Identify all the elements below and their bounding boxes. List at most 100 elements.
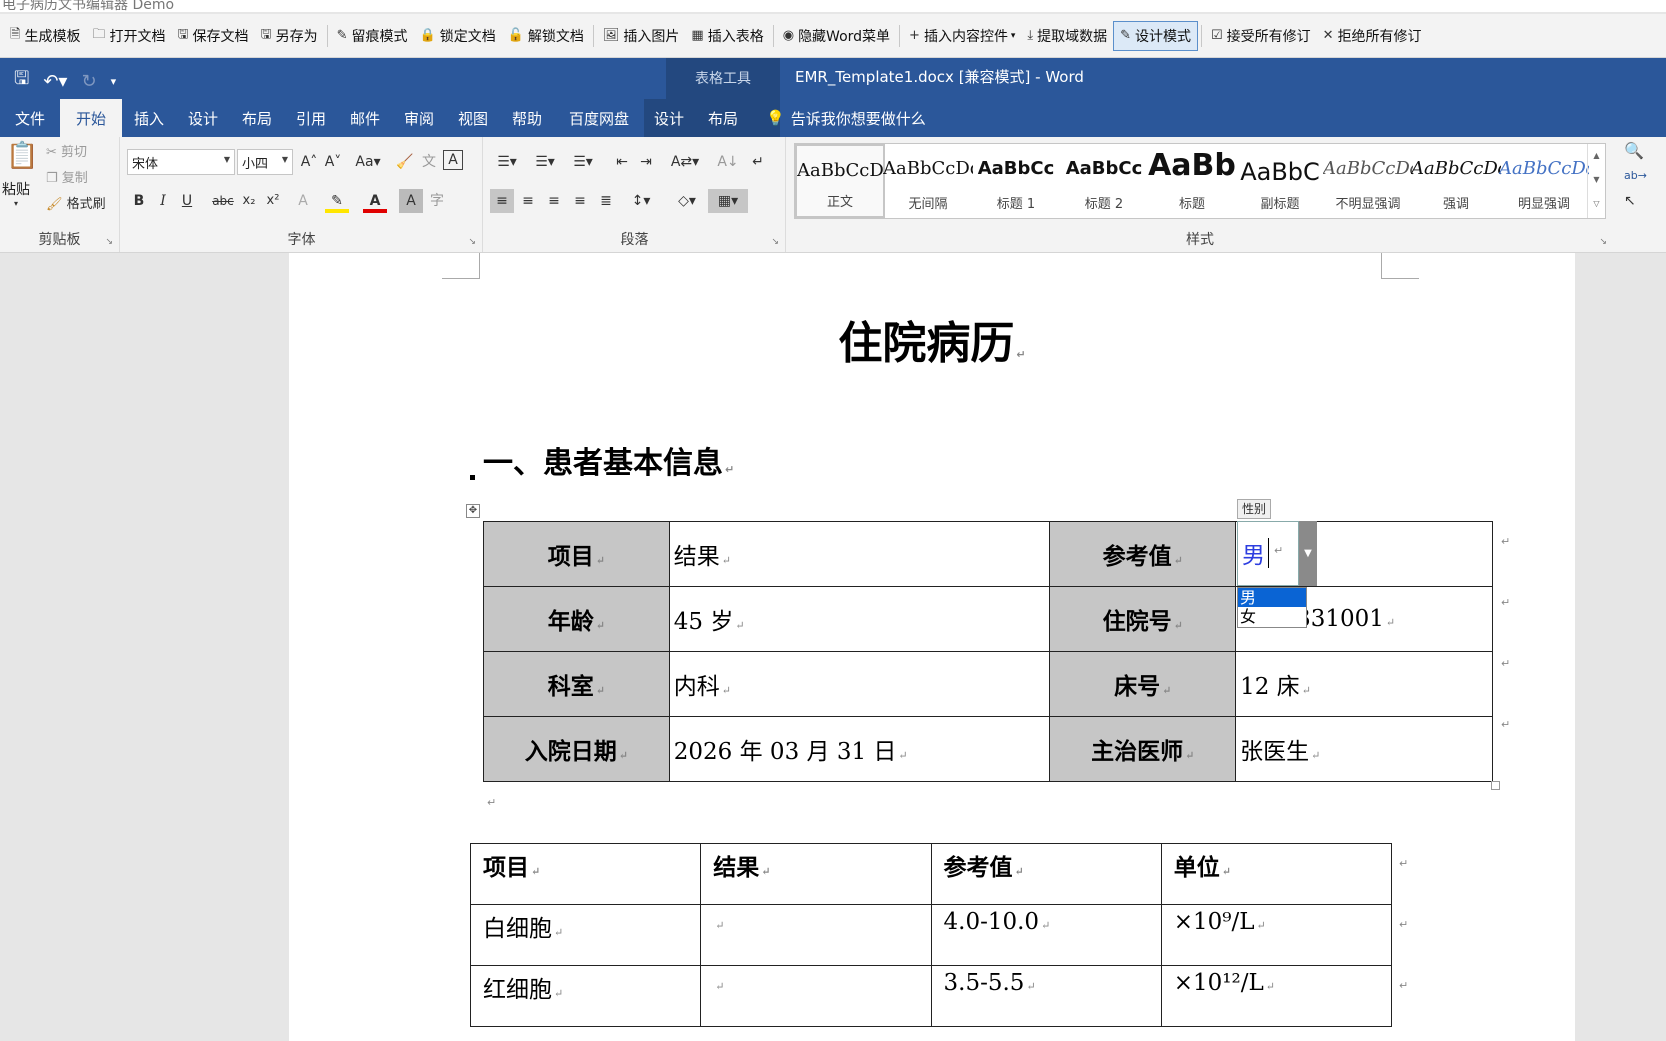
italic-icon[interactable]: I bbox=[151, 189, 175, 213]
font-color-icon[interactable]: A bbox=[363, 189, 387, 213]
tell-me-search[interactable]: 💡 告诉我你想要做什么 bbox=[766, 99, 926, 137]
toolbar-button-3[interactable]: 🖫 另存为 bbox=[255, 21, 324, 51]
style-item-6[interactable]: AaBbCcDd 不明显强调 bbox=[1323, 144, 1413, 218]
decrease-indent-icon[interactable]: ⇤ bbox=[610, 150, 634, 174]
phonetic-guide-icon[interactable]: 文 bbox=[417, 150, 441, 174]
toolbar-button-0[interactable]: 🗎 生成模板 bbox=[4, 21, 86, 51]
toolbar-button-8[interactable]: ▦ 插入表格 bbox=[685, 21, 769, 51]
style-item-5[interactable]: AaBbC 副标题 bbox=[1235, 144, 1325, 218]
align-right-icon[interactable]: ≡ bbox=[542, 189, 566, 213]
select-icon[interactable]: ↖ bbox=[1624, 193, 1636, 209]
table-cell[interactable]: ×10¹²/L ↵ bbox=[1160, 965, 1393, 1027]
toolbar-button-2[interactable]: 🖫 保存文档 bbox=[171, 21, 254, 51]
toolbar-button-7[interactable]: 🖼 插入图片 bbox=[597, 21, 686, 51]
table-cell[interactable]: 内科 ↵ bbox=[668, 651, 1051, 717]
table-header-cell[interactable]: 项目 ↵ bbox=[469, 843, 702, 905]
cut-button[interactable]: ✂ 剪切 bbox=[46, 141, 87, 160]
table-cell[interactable]: 结果 ↵ bbox=[668, 521, 1051, 587]
content-control-dropdown-button[interactable]: ▼ bbox=[1299, 521, 1317, 586]
justify-icon[interactable]: ≡ bbox=[568, 189, 592, 213]
multilevel-list-icon[interactable]: ☰▾ bbox=[566, 150, 600, 174]
table-resize-handle[interactable] bbox=[1491, 781, 1500, 790]
table-cell[interactable]: ↵ bbox=[700, 965, 932, 1027]
bullets-icon[interactable]: ☰▾ bbox=[490, 150, 524, 174]
section-heading[interactable]: 一、患者基本信息 ↵ bbox=[483, 438, 734, 482]
tab-5[interactable]: 引用 bbox=[284, 99, 338, 137]
toolbar-button-5[interactable]: 🔒 锁定文档 bbox=[414, 21, 502, 51]
toolbar-button-9[interactable]: ◉ 隐藏Word菜单 bbox=[777, 21, 896, 51]
tab-12[interactable]: 布局 bbox=[694, 99, 752, 137]
table-cell[interactable]: 白细胞 ↵ bbox=[469, 904, 702, 966]
borders-icon[interactable]: ▦▾ bbox=[708, 189, 748, 213]
save-icon[interactable]: 🖫 bbox=[14, 66, 29, 96]
font-launcher-icon[interactable]: ↘ bbox=[468, 237, 476, 247]
clear-format-icon[interactable]: 🧹 bbox=[393, 150, 417, 174]
table-header-cell[interactable]: 单位 ↵ bbox=[1160, 843, 1393, 905]
styles-scroll[interactable]: ▲ ▼ ▽ bbox=[1587, 144, 1605, 218]
table-cell[interactable]: 床号 ↵ bbox=[1049, 651, 1237, 717]
strikethrough-icon[interactable]: abc bbox=[211, 189, 235, 213]
customize-qat-icon[interactable]: ▾ bbox=[111, 75, 117, 88]
style-item-1[interactable]: AaBbCcDd 无间隔 bbox=[883, 144, 973, 218]
tab-7[interactable]: 审阅 bbox=[392, 99, 446, 137]
style-item-2[interactable]: AaBbCc 标题 1 bbox=[971, 144, 1061, 218]
char-shading-icon[interactable]: A bbox=[399, 189, 423, 213]
content-control-tag[interactable]: 性别 bbox=[1237, 499, 1272, 519]
sort-icon[interactable]: A↓ bbox=[716, 150, 740, 174]
table-header-cell[interactable]: 结果 ↵ bbox=[700, 843, 932, 905]
grow-font-icon[interactable]: A˄ bbox=[297, 150, 321, 174]
style-item-8[interactable]: AaBbCcDd 明显强调 bbox=[1499, 144, 1589, 218]
shading-icon[interactable]: ◇▾ bbox=[670, 189, 704, 213]
font-family-select[interactable]: 宋体 ▼ bbox=[127, 149, 235, 175]
align-left-icon[interactable]: ≡ bbox=[490, 189, 514, 213]
toolbar-button-10[interactable]: + 插入内容控件 ▾ bbox=[903, 21, 1021, 51]
replace-icon[interactable]: ab→ bbox=[1624, 169, 1647, 182]
distributed-icon[interactable]: ≣ bbox=[594, 189, 618, 213]
paste-icon[interactable]: 📋 bbox=[6, 141, 38, 171]
tab-11[interactable]: 设计 bbox=[644, 99, 694, 137]
change-case-icon[interactable]: Aa▾ bbox=[351, 150, 385, 174]
table-cell[interactable]: 张医生 ↵ bbox=[1235, 716, 1493, 782]
paragraph-launcher-icon[interactable]: ↘ bbox=[771, 237, 779, 247]
highlight-icon[interactable]: ✎ bbox=[325, 189, 349, 213]
toolbar-button-4[interactable]: ✎ 留痕模式 bbox=[331, 21, 414, 51]
table-cell[interactable]: 4.0-10.0 ↵ bbox=[930, 904, 1162, 966]
table-cell[interactable]: 主治医师 ↵ bbox=[1049, 716, 1237, 782]
dropdown-option[interactable]: 男 bbox=[1238, 588, 1306, 607]
undo-icon[interactable]: ↶▾ bbox=[43, 71, 67, 92]
text-direction-icon[interactable]: A⇄▾ bbox=[668, 150, 702, 174]
tab-3[interactable]: 设计 bbox=[176, 99, 230, 137]
tab-9[interactable]: 帮助 bbox=[500, 99, 554, 137]
table-cell[interactable]: 科室 ↵ bbox=[483, 651, 670, 717]
table-cell[interactable]: 12 床 ↵ bbox=[1235, 651, 1493, 717]
dropdown-option[interactable]: 女 bbox=[1238, 607, 1306, 626]
char-border-icon[interactable]: A bbox=[443, 150, 463, 170]
table-cell[interactable]: 入院日期 ↵ bbox=[483, 716, 670, 782]
gender-content-control[interactable]: 男 ↵ bbox=[1237, 521, 1299, 586]
align-center-icon[interactable]: ≡ bbox=[516, 189, 540, 213]
text-effects-icon[interactable]: A bbox=[291, 189, 315, 213]
tab-10[interactable]: 百度网盘 bbox=[554, 99, 644, 137]
table-cell[interactable]: 项目 ↵ bbox=[483, 521, 670, 587]
shrink-font-icon[interactable]: A˅ bbox=[321, 150, 345, 174]
table-move-handle[interactable]: ✥ bbox=[466, 504, 480, 518]
tab-8[interactable]: 视图 bbox=[446, 99, 500, 137]
table-cell[interactable]: 2026 年 03 月 31 日 ↵ bbox=[668, 716, 1051, 782]
style-item-3[interactable]: AaBbCc 标题 2 bbox=[1059, 144, 1149, 218]
toolbar-button-6[interactable]: 🔓 解锁文档 bbox=[502, 21, 590, 51]
tab-1[interactable]: 开始 bbox=[60, 99, 122, 137]
document-title-heading[interactable]: 住院病历 ↵ bbox=[289, 307, 1575, 371]
styles-launcher-icon[interactable]: ↘ bbox=[1599, 237, 1607, 247]
table-cell[interactable]: 3.5-5.5 ↵ bbox=[930, 965, 1162, 1027]
table-cell[interactable]: ×10⁹/L ↵ bbox=[1160, 904, 1393, 966]
font-size-select[interactable]: 小四 ▼ bbox=[237, 149, 293, 175]
toolbar-button-11[interactable]: ⤓ 提取域数据 bbox=[1021, 21, 1113, 51]
style-item-0[interactable]: AaBbCcDd 正文 bbox=[795, 144, 885, 218]
increase-indent-icon[interactable]: ⇥ bbox=[634, 150, 658, 174]
show-marks-icon[interactable]: ↵ bbox=[746, 150, 770, 174]
redo-icon[interactable]: ↻ bbox=[81, 71, 96, 92]
table-cell[interactable]: 年龄 ↵ bbox=[483, 586, 670, 652]
table-header-cell[interactable]: 参考值 ↵ bbox=[930, 843, 1162, 905]
tab-0[interactable]: 文件 bbox=[0, 99, 60, 137]
tab-2[interactable]: 插入 bbox=[122, 99, 176, 137]
